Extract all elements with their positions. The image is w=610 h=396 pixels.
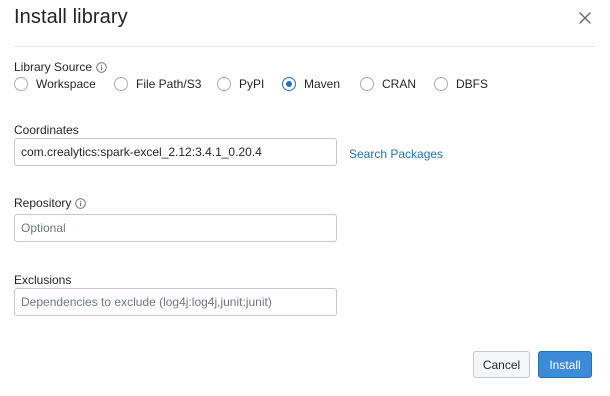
radio-label: Workspace	[36, 77, 96, 91]
radio-button[interactable]	[217, 77, 231, 91]
radio-button[interactable]	[14, 77, 28, 91]
info-icon[interactable]	[96, 61, 107, 73]
dialog-title: Install library	[14, 6, 128, 28]
radio-maven[interactable]: Maven	[282, 77, 340, 91]
info-icon[interactable]	[75, 197, 87, 209]
cancel-button[interactable]: Cancel	[473, 351, 530, 378]
exclusions-placeholder: Dependencies to exclude (log4j:log4j,jun…	[21, 295, 272, 309]
coordinates-input[interactable]: com.crealytics:spark-excel_2.12:3.4.1_0.…	[14, 138, 337, 166]
radio-workspace[interactable]: Workspace	[14, 77, 96, 91]
coordinates-value: com.crealytics:spark-excel_2.12:3.4.1_0.…	[21, 145, 262, 159]
radio-button[interactable]	[434, 77, 448, 91]
radio-label: File Path/S3	[136, 77, 202, 91]
coordinates-label: Coordinates	[14, 123, 79, 137]
library-source-label-text: Library Source	[14, 60, 93, 74]
repository-input[interactable]: Optional	[14, 214, 337, 242]
radio-label: CRAN	[382, 77, 417, 91]
install-button[interactable]: Install	[538, 351, 592, 378]
radio-file-path-s3[interactable]: File Path/S3	[114, 77, 201, 91]
radio-label: Maven	[304, 77, 341, 91]
radio-button-selected[interactable]	[282, 77, 296, 91]
radio-cran[interactable]: CRAN	[360, 77, 416, 91]
exclusions-input[interactable]: Dependencies to exclude (log4j:log4j,jun…	[14, 288, 337, 316]
search-packages-link[interactable]: Search Packages	[349, 147, 443, 161]
header-divider	[14, 46, 596, 47]
install-library-dialog: Install library Library Source Workspace…	[0, 0, 610, 396]
close-icon[interactable]	[576, 9, 594, 27]
radio-pypi[interactable]: PyPI	[217, 77, 264, 91]
radio-dbfs[interactable]: DBFS	[434, 77, 488, 91]
exclusions-label: Exclusions	[14, 273, 72, 287]
radio-label: DBFS	[456, 77, 489, 91]
radio-button[interactable]	[360, 77, 374, 91]
repository-label: Repository	[14, 196, 87, 210]
library-source-label: Library Source	[14, 60, 107, 74]
radio-label: PyPI	[239, 77, 265, 91]
repository-label-text: Repository	[14, 196, 72, 210]
repository-placeholder: Optional	[21, 221, 66, 235]
radio-button[interactable]	[114, 77, 128, 91]
